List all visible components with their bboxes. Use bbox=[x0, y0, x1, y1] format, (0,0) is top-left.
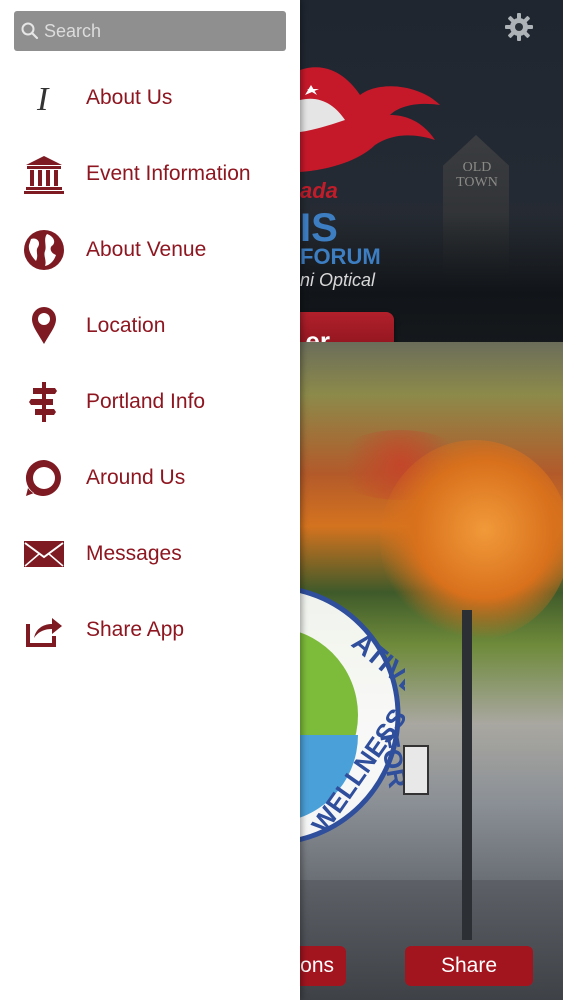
logo-sponsor-text: ni Optical bbox=[300, 270, 376, 290]
menu-label: Location bbox=[86, 314, 166, 337]
envelope-icon bbox=[22, 532, 66, 576]
bus-sign bbox=[403, 745, 429, 795]
map-pin-icon bbox=[22, 304, 66, 348]
menu-label: Share App bbox=[86, 618, 185, 641]
menu-item-about-venue[interactable]: About Venue bbox=[0, 212, 300, 288]
menu-item-around-us[interactable]: Around Us bbox=[0, 440, 300, 516]
share-icon bbox=[22, 608, 66, 652]
logo-text-line1: ada bbox=[300, 178, 338, 203]
logo-text-line3: FORUM bbox=[300, 244, 381, 269]
info-cursor-icon: I bbox=[22, 76, 66, 120]
signpost-icon bbox=[22, 380, 66, 424]
svg-text:I: I bbox=[36, 81, 50, 116]
museum-icon bbox=[22, 152, 66, 196]
share-button[interactable]: Share bbox=[405, 946, 533, 986]
menu-label: About Venue bbox=[86, 238, 207, 261]
menu-label: Messages bbox=[86, 542, 182, 565]
menu-item-portland-info[interactable]: Portland Info bbox=[0, 364, 300, 440]
search-input[interactable] bbox=[44, 20, 264, 42]
menu-item-event-information[interactable]: Event Information bbox=[0, 136, 300, 212]
search-bar[interactable] bbox=[14, 11, 286, 51]
menu-item-messages[interactable]: Messages bbox=[0, 516, 300, 592]
speech-bubble-icon bbox=[22, 456, 66, 500]
flame-logo-icon bbox=[300, 67, 440, 172]
globe-icon bbox=[22, 228, 66, 272]
menu-item-about-us[interactable]: I About Us bbox=[0, 60, 300, 136]
gear-icon[interactable] bbox=[504, 12, 534, 42]
menu-label: Event Information bbox=[86, 162, 251, 185]
drawer-menu: I About Us Event Information About Venue… bbox=[0, 60, 300, 668]
menu-label: About Us bbox=[86, 86, 173, 109]
menu-item-share-app[interactable]: Share App bbox=[0, 592, 300, 668]
search-icon bbox=[21, 22, 39, 40]
tower-sign: OLD TOWN bbox=[456, 160, 498, 190]
lamp-pole bbox=[462, 610, 472, 940]
side-drawer: I About Us Event Information bbox=[0, 0, 300, 1000]
menu-label: Portland Info bbox=[86, 390, 206, 413]
menu-item-location[interactable]: Location bbox=[0, 288, 300, 364]
menu-label: Around Us bbox=[86, 466, 186, 489]
